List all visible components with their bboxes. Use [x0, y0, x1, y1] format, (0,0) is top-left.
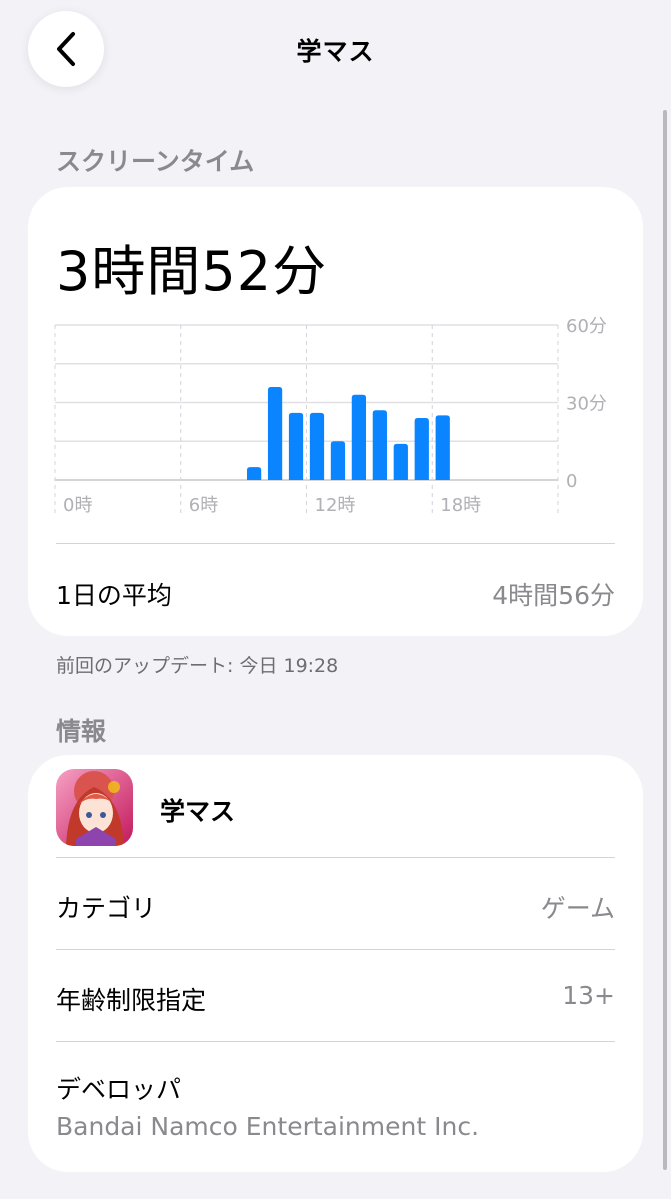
- divider: [56, 543, 615, 544]
- daily-average-label: 1日の平均: [56, 581, 172, 610]
- chart-bar: [267, 387, 283, 480]
- category-value: ゲーム: [540, 894, 615, 923]
- daily-average-value: 4時間56分: [492, 581, 615, 610]
- chart-bar: [330, 441, 346, 480]
- chart-bar: [351, 394, 367, 480]
- chart-bar: [309, 412, 325, 480]
- x-tick-label: 12時: [315, 495, 356, 516]
- x-tick-label: 0時: [63, 495, 92, 516]
- y-tick-label: 0: [566, 471, 577, 492]
- divider: [56, 857, 615, 858]
- info-card: 学マス カテゴリ ゲーム 年齢制限指定 13+ デベロッパ Bandai Nam…: [28, 755, 643, 1172]
- info-section-header: 情報: [56, 717, 107, 746]
- age-rating-value: 13+: [562, 981, 615, 1010]
- scrollbar[interactable]: [663, 110, 667, 1170]
- x-tick-label: 18時: [440, 495, 481, 516]
- usage-chart: 0時 6時 12時 18時 60分 30分 0: [54, 316, 607, 516]
- screen-time-section-header: スクリーンタイム: [56, 147, 255, 176]
- divider: [56, 949, 615, 950]
- y-tick-label: 30分: [566, 394, 607, 415]
- chart-bar: [288, 412, 304, 480]
- chart-bar: [414, 418, 429, 480]
- category-label: カテゴリ: [56, 894, 157, 923]
- last-update-text: 前回のアップデート: 今日 19:28: [56, 655, 339, 677]
- app-name: 学マス: [160, 797, 236, 826]
- x-tick-label: 6時: [189, 495, 218, 516]
- divider: [56, 1041, 615, 1042]
- nav-title: 学マス: [296, 37, 375, 66]
- chart-bar: [246, 467, 262, 480]
- app-icon: [56, 769, 133, 846]
- age-rating-label: 年齢制限指定: [56, 986, 207, 1015]
- developer-name: Bandai Namco Entertainment Inc.: [56, 1112, 480, 1141]
- y-tick-label: 60分: [566, 316, 607, 337]
- chart-bar: [393, 443, 408, 480]
- developer-label: デベロッパ: [56, 1075, 182, 1104]
- screen-time-card: 3時間52分 0時 6時 12時 18時 60分 30分 0 1日の平均 4時間56分: [28, 187, 643, 636]
- chart-bar: [435, 415, 450, 480]
- chart-bar: [372, 410, 387, 480]
